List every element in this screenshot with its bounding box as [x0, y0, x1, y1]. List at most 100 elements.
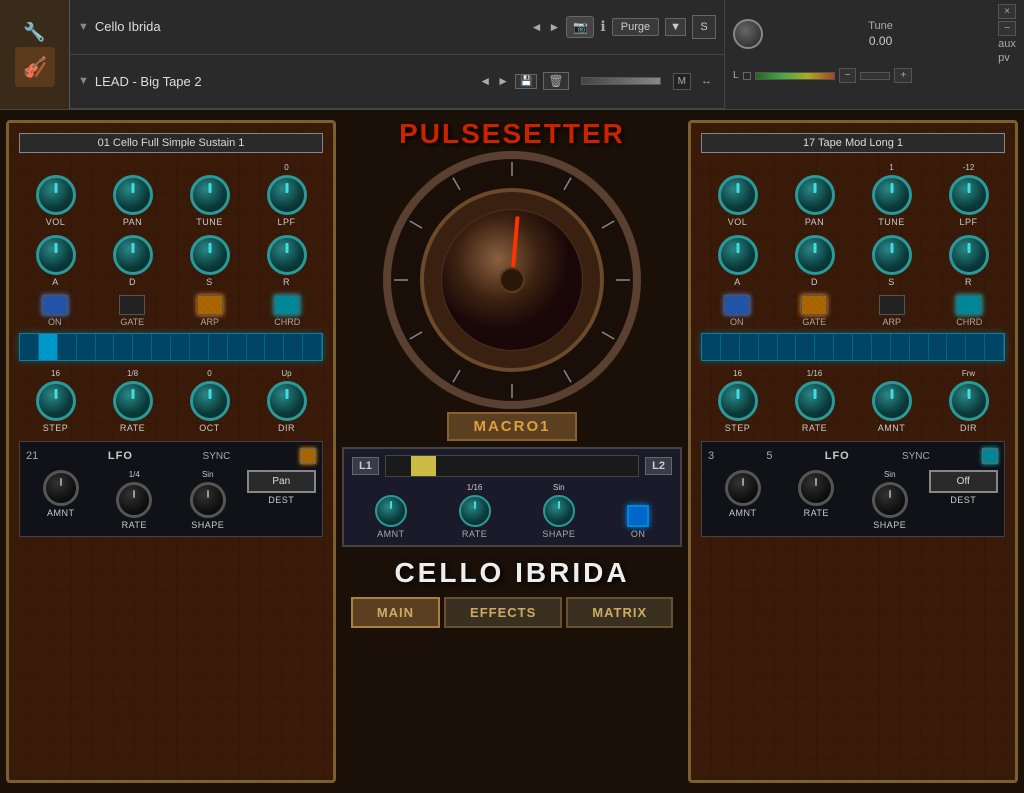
- snapshot-btn[interactable]: 📷: [566, 16, 594, 38]
- left-sequencer[interactable]: [19, 333, 323, 361]
- seq-step-3[interactable]: [58, 334, 77, 360]
- pan-knob[interactable]: [113, 175, 153, 215]
- r-lfo-dest-box[interactable]: Off: [929, 470, 999, 493]
- settings-icon[interactable]: 🔧: [23, 22, 45, 43]
- gate-toggle[interactable]: [119, 295, 145, 315]
- r-seq-step-10[interactable]: [872, 334, 891, 360]
- r-seq-step-12[interactable]: [910, 334, 929, 360]
- left-sync-btn[interactable]: [300, 448, 316, 464]
- seq-step-6[interactable]: [114, 334, 133, 360]
- r-gate-toggle[interactable]: [801, 295, 827, 315]
- r-seq-step-14[interactable]: [947, 334, 966, 360]
- step-knob[interactable]: [36, 381, 76, 421]
- prev-instrument-btn[interactable]: ◄: [531, 20, 543, 34]
- r-a-knob[interactable]: [718, 235, 758, 275]
- seq-step-5[interactable]: [96, 334, 115, 360]
- tune-knob-main[interactable]: [190, 175, 230, 215]
- r-lfo-shape-knob[interactable]: [872, 482, 908, 518]
- dir-knob[interactable]: [267, 381, 307, 421]
- seq-step-15[interactable]: [284, 334, 303, 360]
- tune-knob[interactable]: [733, 19, 763, 49]
- seq-step-9[interactable]: [171, 334, 190, 360]
- r-seq-step-7[interactable]: [815, 334, 834, 360]
- a-knob[interactable]: [36, 235, 76, 275]
- seq-step-11[interactable]: [209, 334, 228, 360]
- seq-step-7[interactable]: [133, 334, 152, 360]
- r-seq-step-6[interactable]: [796, 334, 815, 360]
- r-seq-step-8[interactable]: [834, 334, 853, 360]
- seq-step-8[interactable]: [152, 334, 171, 360]
- r-d-knob[interactable]: [795, 235, 835, 275]
- r-lfo-rate-knob[interactable]: [798, 470, 834, 506]
- r-seq-step-3[interactable]: [740, 334, 759, 360]
- lfo-rate-knob[interactable]: [116, 482, 152, 518]
- r-pan-knob[interactable]: [795, 175, 835, 215]
- r-on-toggle[interactable]: [724, 295, 750, 315]
- r-seq-step-16[interactable]: [985, 334, 1004, 360]
- plus-btn[interactable]: +: [894, 68, 912, 83]
- rate-knob[interactable]: [113, 381, 153, 421]
- r-seq-step-9[interactable]: [853, 334, 872, 360]
- r-r-knob[interactable]: [949, 235, 989, 275]
- save-patch-btn[interactable]: 💾: [515, 74, 537, 89]
- r-seq-step-11[interactable]: [891, 334, 910, 360]
- r-arp-toggle[interactable]: [879, 295, 905, 315]
- r-amnt-knob[interactable]: [872, 381, 912, 421]
- r-dir-knob[interactable]: [949, 381, 989, 421]
- center-shape-knob[interactable]: [543, 495, 575, 527]
- r-seq-step-4[interactable]: [759, 334, 778, 360]
- d-knob[interactable]: [113, 235, 153, 275]
- next-patch-btn[interactable]: ►: [497, 74, 509, 88]
- mute-btn[interactable]: M: [673, 73, 691, 90]
- solo-btn[interactable]: S: [692, 15, 716, 39]
- r-seq-step-2[interactable]: [721, 334, 740, 360]
- r-lpf-knob[interactable]: [949, 175, 989, 215]
- lfo-shape-knob[interactable]: [190, 482, 226, 518]
- purge-dropdown-btn[interactable]: ▼: [665, 18, 686, 36]
- r-lfo-amnt-knob[interactable]: [725, 470, 761, 506]
- lfo-amnt-knob[interactable]: [43, 470, 79, 506]
- oct-knob[interactable]: [190, 381, 230, 421]
- seq-step-14[interactable]: [265, 334, 284, 360]
- r-knob[interactable]: [267, 235, 307, 275]
- s-knob[interactable]: [190, 235, 230, 275]
- center-amnt-knob[interactable]: [375, 495, 407, 527]
- seq-step-16[interactable]: [303, 334, 322, 360]
- delete-patch-btn[interactable]: 🗑: [543, 72, 568, 90]
- lfo-dest-box[interactable]: Pan: [247, 470, 317, 493]
- seq-step-13[interactable]: [247, 334, 266, 360]
- r-seq-step-5[interactable]: [778, 334, 797, 360]
- right-sync-btn[interactable]: [982, 448, 998, 464]
- next-instrument-btn[interactable]: ►: [549, 20, 561, 34]
- seq-step-2[interactable]: [39, 334, 58, 360]
- minus-btn[interactable]: −: [839, 68, 857, 83]
- r-tune-knob-main[interactable]: [872, 175, 912, 215]
- prev-patch-btn[interactable]: ◄: [479, 74, 491, 88]
- volume-bar[interactable]: [581, 77, 661, 85]
- on-toggle[interactable]: [42, 295, 68, 315]
- r-vol-knob[interactable]: [718, 175, 758, 215]
- arp-toggle[interactable]: [197, 295, 223, 315]
- main-dial-svg[interactable]: 0 2 4 6 8 10: [382, 150, 642, 410]
- info-btn[interactable]: ℹ: [600, 18, 605, 35]
- main-nav-btn[interactable]: MAIN: [351, 597, 440, 628]
- center-on-btn[interactable]: [627, 505, 649, 527]
- seq-step-1[interactable]: [20, 334, 39, 360]
- r-rate-knob[interactable]: [795, 381, 835, 421]
- right-sequencer[interactable]: [701, 333, 1005, 361]
- purge-button[interactable]: Purge: [612, 18, 659, 36]
- seq-step-4[interactable]: [77, 334, 96, 360]
- seq-step-10[interactable]: [190, 334, 209, 360]
- min-kontakt-btn[interactable]: −: [998, 21, 1016, 36]
- effects-nav-btn[interactable]: EFFECTS: [444, 597, 562, 628]
- r-step-knob[interactable]: [718, 381, 758, 421]
- r-s-knob[interactable]: [872, 235, 912, 275]
- r-chrd-toggle[interactable]: [956, 295, 982, 315]
- chrd-toggle[interactable]: [274, 295, 300, 315]
- vol-knob[interactable]: [36, 175, 76, 215]
- matrix-nav-btn[interactable]: MATRIX: [566, 597, 673, 628]
- r-seq-step-15[interactable]: [966, 334, 985, 360]
- r-seq-step-1[interactable]: [702, 334, 721, 360]
- lpf-knob[interactable]: [267, 175, 307, 215]
- r-seq-step-13[interactable]: [929, 334, 948, 360]
